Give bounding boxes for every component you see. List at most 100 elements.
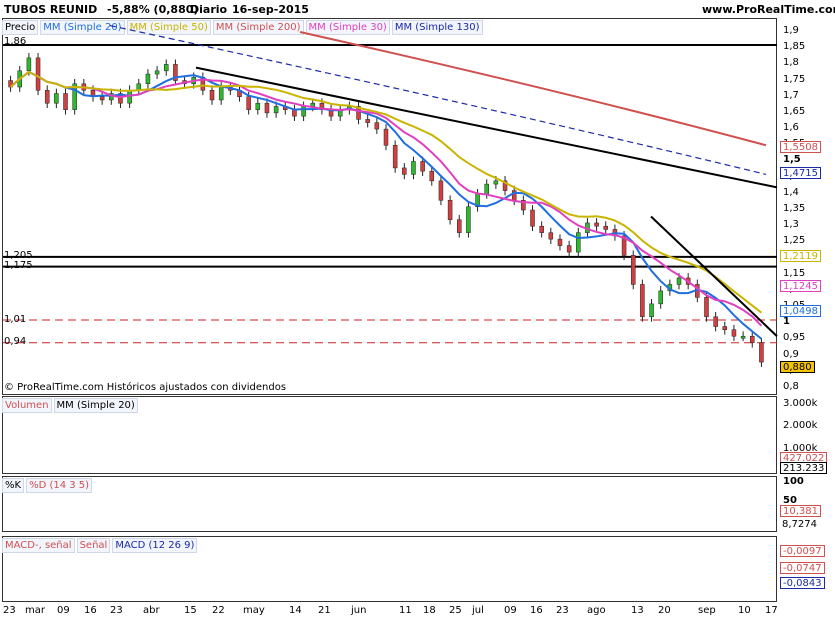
x-axis-label: 14 bbox=[289, 605, 302, 616]
candle-body bbox=[365, 119, 370, 123]
stochastic-panel[interactable] bbox=[2, 476, 777, 532]
candle-body bbox=[264, 102, 270, 114]
candle-body bbox=[35, 57, 41, 91]
level-label-0-94: 0,94 bbox=[4, 336, 27, 347]
macd-legend: MACD-, señal Señal MACD (12 26 9) bbox=[2, 537, 198, 553]
candle-body bbox=[54, 93, 59, 104]
candle-body bbox=[722, 326, 728, 330]
ma130-line bbox=[109, 24, 767, 175]
price-axis-tick: 1,3 bbox=[783, 219, 799, 231]
candle-body bbox=[145, 73, 151, 85]
x-axis-label: 13 bbox=[631, 605, 644, 616]
candle-body bbox=[273, 106, 279, 114]
x-axis-label: may bbox=[243, 605, 265, 616]
stoch-tag-d: 10,381 bbox=[780, 505, 821, 517]
legend-item-volume[interactable]: Volumen bbox=[2, 397, 52, 413]
candle-body bbox=[447, 200, 453, 220]
x-axis-label: jul bbox=[472, 605, 484, 616]
candle-body bbox=[640, 284, 645, 318]
candle-body bbox=[301, 106, 306, 117]
price-axis-tick: 0,8 bbox=[783, 381, 799, 392]
price-axis-tick: 1,35 bbox=[783, 203, 806, 214]
candle-body bbox=[218, 86, 224, 101]
legend-item-d[interactable]: %D (14 3 5) bbox=[26, 477, 93, 493]
candle-body bbox=[548, 232, 554, 240]
volume-axis-3000k: 3.000k bbox=[783, 398, 818, 409]
x-axis-label: jun bbox=[351, 605, 367, 616]
price-tag: 1,4715 bbox=[780, 167, 821, 179]
price-axis-tick: 1,9 bbox=[783, 25, 799, 36]
price-axis-tick: 0,95 bbox=[783, 332, 806, 344]
macd-tag-hist: -0,0097 bbox=[780, 545, 825, 557]
candle-body bbox=[163, 64, 169, 72]
price-axis-tick: 0,9 bbox=[783, 348, 799, 360]
candle-body bbox=[576, 232, 581, 253]
x-axis-label: 23 bbox=[3, 605, 16, 616]
candle-body bbox=[740, 335, 746, 339]
candle-body bbox=[731, 329, 737, 337]
x-axis-label: 18 bbox=[423, 605, 436, 616]
legend-item-macd-hist[interactable]: MACD-, señal bbox=[2, 537, 75, 553]
x-axis-label: 21 bbox=[318, 605, 331, 616]
x-axis-label: 16 bbox=[84, 605, 97, 616]
price-axis-tick: 1,25 bbox=[783, 235, 806, 247]
x-axis-label: 11 bbox=[399, 605, 412, 616]
x-axis-label: 25 bbox=[449, 605, 462, 616]
price-axis-tick: 1,75 bbox=[783, 73, 806, 85]
candle-body bbox=[658, 290, 663, 305]
volume-tag-ma: 213.233 bbox=[780, 462, 828, 474]
level-label-1-175: 1,175 bbox=[4, 260, 33, 271]
x-axis-label: sep bbox=[698, 605, 716, 616]
candle-body bbox=[704, 297, 709, 318]
candle-body bbox=[539, 225, 544, 233]
candle-body bbox=[493, 180, 499, 185]
candle-body bbox=[750, 335, 755, 343]
candle-body bbox=[383, 128, 389, 146]
legend-item-macd[interactable]: MACD (12 26 9) bbox=[112, 537, 198, 553]
candle-body bbox=[392, 145, 398, 169]
price-axis-tick: 1,15 bbox=[783, 267, 806, 279]
ma50-line bbox=[9, 70, 763, 314]
candle-body bbox=[209, 90, 215, 101]
candle-body bbox=[429, 170, 435, 182]
x-axis-label: 22 bbox=[212, 605, 225, 616]
price-axis-tick: 1,8 bbox=[783, 57, 799, 69]
candle-body bbox=[154, 70, 160, 75]
level-label-1-86: 1,86 bbox=[4, 36, 27, 47]
x-axis-label: 20 bbox=[658, 605, 671, 616]
legend-item-volume-ma20[interactable]: MM (Simple 20) bbox=[53, 397, 138, 413]
candle-body bbox=[99, 96, 105, 101]
price-axis-tick: 1,85 bbox=[783, 41, 806, 53]
copyright-note: © ProRealTime.com Históricos ajustados c… bbox=[4, 382, 287, 393]
candle-body bbox=[594, 222, 599, 227]
x-axis-label: 15 bbox=[184, 605, 197, 616]
x-axis-label: 09 bbox=[57, 605, 70, 616]
price-tag: 1,0498 bbox=[780, 305, 821, 317]
ma30-line bbox=[9, 70, 763, 327]
candle-body bbox=[603, 225, 609, 230]
macd-tag-macd: -0,0843 bbox=[780, 577, 825, 589]
candle-body bbox=[676, 277, 682, 285]
chart-window: TUBOS REUNID -5,88% (0,880) Diario 16-se… bbox=[0, 0, 835, 620]
x-axis-label: 23 bbox=[556, 605, 569, 616]
candle-body bbox=[630, 255, 636, 285]
candle-body bbox=[44, 90, 50, 104]
x-axis-label: abr bbox=[143, 605, 160, 616]
price-tag: 1,1245 bbox=[780, 280, 821, 292]
x-axis-label: 17 bbox=[765, 605, 778, 616]
price-axis-tick: 1,5 bbox=[783, 154, 801, 166]
candle-body bbox=[26, 57, 32, 72]
x-axis-label: 10 bbox=[738, 605, 751, 616]
candle-body bbox=[402, 167, 407, 175]
candle-body bbox=[557, 238, 563, 246]
legend-item-k[interactable]: %K bbox=[2, 477, 25, 493]
price-axis-tick: 1,7 bbox=[783, 89, 799, 101]
candle-body bbox=[649, 303, 654, 318]
legend-item-signal[interactable]: Señal bbox=[76, 537, 111, 553]
x-axis-label: 16 bbox=[530, 605, 543, 616]
x-axis-label: 09 bbox=[504, 605, 517, 616]
trendline-long bbox=[195, 66, 778, 189]
candle-body bbox=[420, 161, 425, 172]
candle-body bbox=[457, 219, 462, 233]
price-tag: 1,2119 bbox=[780, 250, 821, 262]
